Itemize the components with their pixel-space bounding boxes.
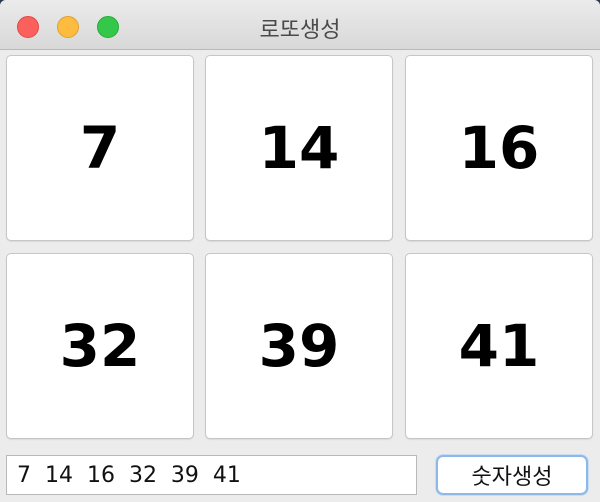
number-tile-3: 16 <box>405 55 593 241</box>
lotto-window: 로또생성 7 14 16 32 39 41 숫자생성 <box>0 0 600 502</box>
number-tile-2: 14 <box>205 55 393 241</box>
title-bar: 로또생성 <box>0 0 600 50</box>
generate-numbers-button[interactable]: 숫자생성 <box>436 455 588 495</box>
number-tile-5: 39 <box>205 253 393 439</box>
number-tile-6: 41 <box>405 253 593 439</box>
number-tile-4: 32 <box>6 253 194 439</box>
window-title: 로또생성 <box>259 18 341 43</box>
number-tile-1: 7 <box>6 55 194 241</box>
result-text-field[interactable] <box>6 455 417 495</box>
